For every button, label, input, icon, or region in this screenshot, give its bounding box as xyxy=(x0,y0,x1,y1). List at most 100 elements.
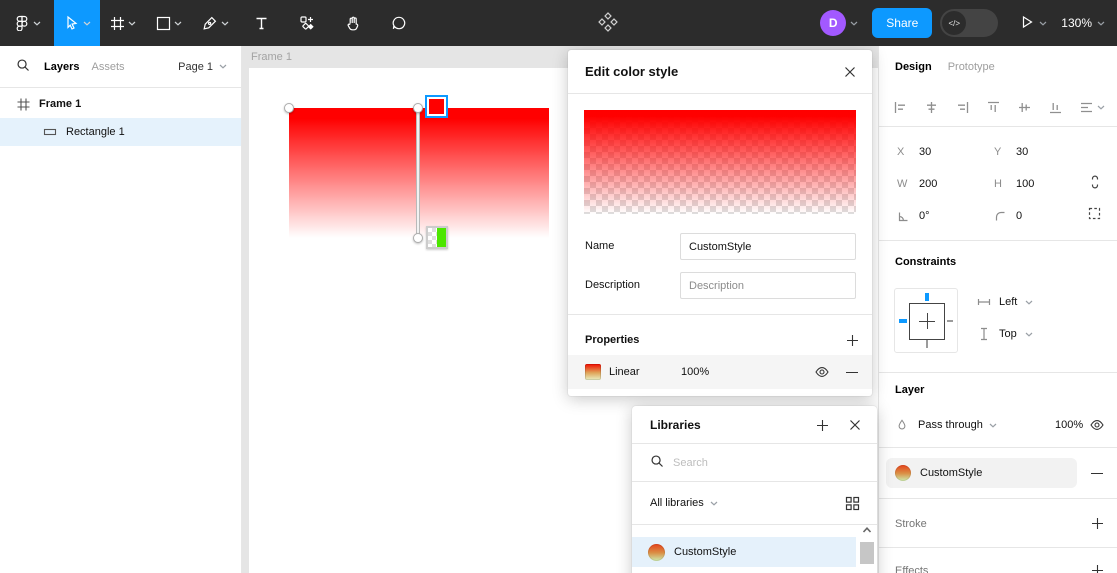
avatar[interactable]: D xyxy=(820,10,846,36)
gradient-swatch[interactable] xyxy=(585,364,601,380)
horizontal-constraint-dropdown[interactable]: Left xyxy=(977,295,1033,309)
layer-opacity-value[interactable]: 100% xyxy=(1055,419,1083,431)
corner-radius-field[interactable]: 0 xyxy=(994,204,1022,228)
layer-section-title: Layer xyxy=(895,384,924,396)
layers-panel-header: Layers Assets Page 1 xyxy=(0,46,241,88)
share-button[interactable]: Share xyxy=(872,8,932,38)
scrollbar-thumb[interactable] xyxy=(860,542,874,564)
y-value[interactable]: 30 xyxy=(1016,146,1028,158)
align-vertical-center-icon[interactable] xyxy=(1017,100,1032,115)
constraint-right-tick[interactable] xyxy=(947,320,953,322)
x-value[interactable]: 30 xyxy=(919,146,931,158)
dev-mode-toggle[interactable]: </> xyxy=(940,9,998,37)
remove-property-button[interactable] xyxy=(845,364,859,380)
comment-tool-button[interactable] xyxy=(376,0,422,46)
library-search-input[interactable] xyxy=(673,457,823,469)
align-horizontal-center-icon[interactable] xyxy=(924,100,939,115)
zoom-menu[interactable]: 130% xyxy=(1061,16,1105,30)
gradient-handle-circle[interactable] xyxy=(413,103,423,113)
scroll-up-icon[interactable] xyxy=(860,523,874,537)
gradient-handle-circle[interactable] xyxy=(413,233,423,243)
present-button[interactable] xyxy=(1020,15,1047,32)
frame-tool-button[interactable] xyxy=(100,0,146,46)
remove-fill-button[interactable] xyxy=(1089,465,1105,481)
vertical-constraint-dropdown[interactable]: Top xyxy=(977,327,1033,341)
layer-row-frame[interactable]: Frame 1 xyxy=(0,90,241,118)
gradient-property-row[interactable]: Linear 100% xyxy=(568,355,872,389)
scrollbar[interactable] xyxy=(859,521,875,573)
blend-mode-dropdown[interactable]: Pass through xyxy=(918,419,983,431)
layer-visibility-toggle[interactable] xyxy=(1089,417,1105,433)
add-effect-button[interactable] xyxy=(1089,562,1105,573)
name-input[interactable] xyxy=(680,233,856,260)
hand-tool-button[interactable] xyxy=(330,0,376,46)
visibility-toggle[interactable] xyxy=(814,364,830,380)
height-field[interactable]: H 100 xyxy=(994,172,1034,196)
library-item-customstyle[interactable]: CustomStyle xyxy=(632,537,856,567)
close-button[interactable] xyxy=(845,415,865,435)
shape-tool-button[interactable] xyxy=(146,0,192,46)
chevron-down-icon xyxy=(710,501,718,506)
actions-tool-button[interactable] xyxy=(284,0,330,46)
align-bottom-icon[interactable] xyxy=(1048,100,1063,115)
rotation-field[interactable]: 0° xyxy=(897,204,930,228)
constraint-bottom-tick[interactable] xyxy=(926,340,928,348)
account-menu[interactable]: D xyxy=(820,10,858,36)
align-top-icon[interactable] xyxy=(986,100,1001,115)
width-value[interactable]: 200 xyxy=(919,178,937,190)
description-input[interactable] xyxy=(680,272,856,299)
main-menu-button[interactable] xyxy=(0,0,54,46)
corner-radius-value[interactable]: 0 xyxy=(1016,210,1022,222)
grid-view-button[interactable] xyxy=(844,496,860,512)
gradient-stop-red[interactable] xyxy=(425,95,448,118)
fill-style-chip[interactable]: CustomStyle xyxy=(886,458,1077,488)
gradient-preview[interactable] xyxy=(584,110,856,214)
constraint-left-tick[interactable] xyxy=(899,319,907,323)
pen-tool-button[interactable] xyxy=(192,0,238,46)
edit-color-style-modal: Edit color style Name Description Proper… xyxy=(568,50,872,396)
page-selector[interactable]: Page 1 xyxy=(178,61,227,73)
rectangle-layer-icon xyxy=(43,125,57,139)
divider xyxy=(879,547,1117,548)
gradient-handle-circle[interactable] xyxy=(284,103,294,113)
library-filter-dropdown[interactable]: All libraries xyxy=(650,497,704,509)
resources-button[interactable] xyxy=(596,11,620,35)
divider xyxy=(879,498,1117,499)
width-field[interactable]: W 200 xyxy=(897,172,937,196)
tab-layers[interactable]: Layers xyxy=(44,61,79,73)
constraint-top-tick[interactable] xyxy=(925,293,929,301)
search-icon[interactable] xyxy=(16,58,30,75)
constraints-widget[interactable] xyxy=(894,288,958,353)
tab-prototype[interactable]: Prototype xyxy=(948,61,995,73)
gradient-opacity[interactable]: 100% xyxy=(681,366,709,378)
x-position-field[interactable]: X 30 xyxy=(897,140,931,164)
toolbar-right: D Share </> 130% xyxy=(820,0,1117,46)
add-property-button[interactable] xyxy=(844,332,860,348)
frame-canvas-label[interactable]: Frame 1 xyxy=(251,51,292,63)
add-stroke-button[interactable] xyxy=(1089,515,1105,531)
add-library-button[interactable] xyxy=(814,417,830,433)
layer-row-rectangle[interactable]: Rectangle 1 xyxy=(0,118,241,146)
horizontal-constraint-icon xyxy=(977,295,991,309)
tab-design[interactable]: Design xyxy=(895,61,932,73)
tab-assets[interactable]: Assets xyxy=(91,61,124,73)
text-tool-button[interactable] xyxy=(238,0,284,46)
close-icon xyxy=(849,419,861,431)
gradient-stop-green[interactable] xyxy=(426,226,448,249)
gradient-axis-line[interactable] xyxy=(417,108,419,238)
constrain-proportions-button[interactable] xyxy=(1087,174,1103,193)
angle-icon xyxy=(897,210,911,223)
rectangle-1-shape[interactable] xyxy=(289,108,549,238)
align-left-icon[interactable] xyxy=(893,100,908,115)
y-position-field[interactable]: Y 30 xyxy=(994,140,1028,164)
distribute-menu[interactable] xyxy=(1079,100,1105,115)
gradient-type[interactable]: Linear xyxy=(609,366,640,378)
close-button[interactable] xyxy=(840,62,860,82)
alignment-row xyxy=(893,88,1105,126)
rotation-value[interactable]: 0° xyxy=(919,210,930,222)
height-value[interactable]: 100 xyxy=(1016,178,1034,190)
move-tool-button[interactable] xyxy=(54,0,100,46)
blend-mode-row: Pass through 100% xyxy=(895,410,1105,440)
independent-corners-button[interactable] xyxy=(1087,206,1102,224)
align-right-icon[interactable] xyxy=(955,100,970,115)
